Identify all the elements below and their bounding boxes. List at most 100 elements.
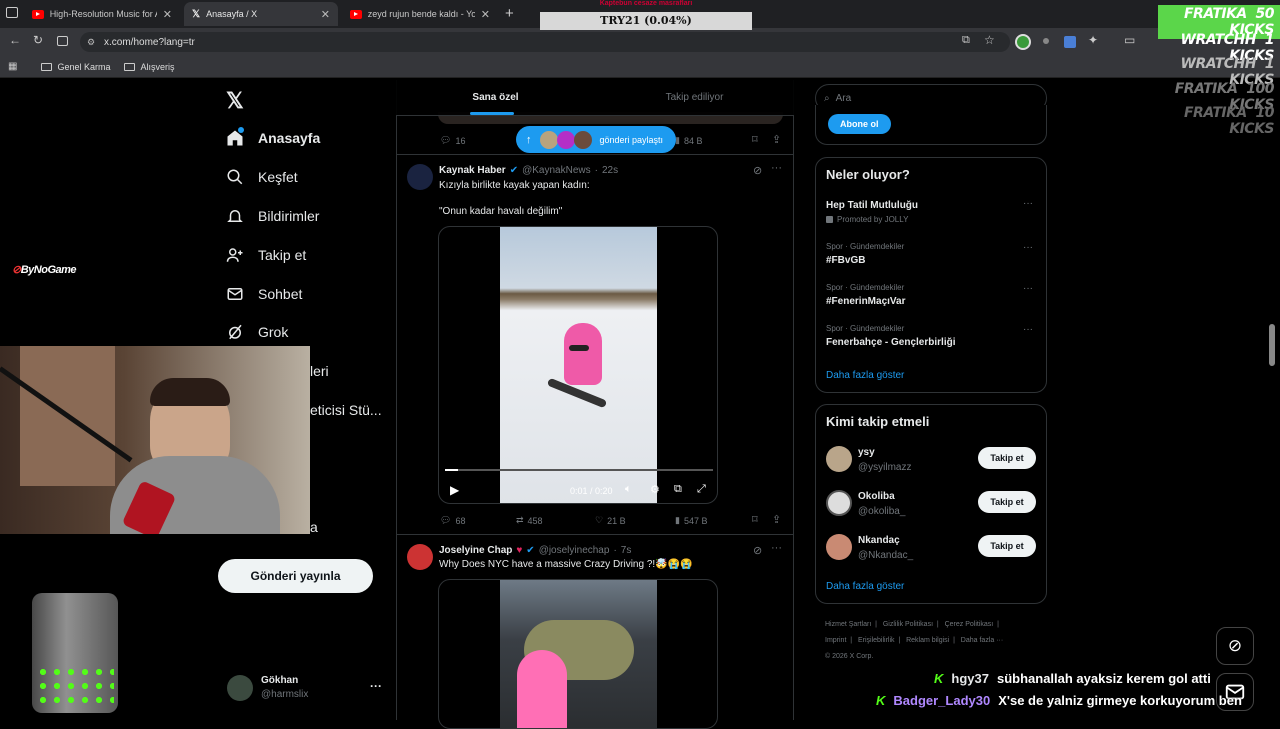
post-button[interactable]: Gönderi yayınla [218, 559, 373, 593]
footer-link[interactable]: Imprint [825, 637, 846, 644]
nav-item-partial[interactable]: leri [310, 363, 329, 379]
tweet-avatar[interactable] [407, 164, 433, 190]
tab-following[interactable]: Takip ediliyor [595, 80, 794, 116]
reading-list-icon[interactable]: ▭ [1124, 33, 1135, 47]
tweet-more-icon[interactable]: ··· [771, 542, 782, 554]
view-count[interactable]: ▮ 84 B [675, 135, 702, 146]
trend-more-icon[interactable]: ··· [1023, 242, 1033, 253]
suggested-name[interactable]: Nkandaç [858, 535, 900, 546]
tweet-video[interactable]: ▶ 0:01 / 0:20 🔈︎ ⚙ ⧉ ⤢ [438, 226, 718, 504]
settings-icon[interactable]: ⚙ [650, 483, 660, 496]
new-tab-icon[interactable]: + [505, 5, 514, 22]
follow-button[interactable]: Takip et [978, 491, 1036, 513]
footer-link[interactable]: Çerez Politikası [945, 621, 994, 628]
reply-count[interactable]: 💬︎ 68 [440, 515, 465, 526]
tweet-handle[interactable]: @joselyinechap [539, 545, 610, 556]
trend-more-icon[interactable]: ··· [1023, 324, 1033, 335]
footer-link[interactable]: Gizlilik Politikası [883, 621, 933, 628]
nav-item-partial[interactable]: a [310, 519, 318, 535]
profile-icon[interactable] [1015, 34, 1031, 50]
trend-more-icon[interactable]: ··· [1023, 283, 1033, 294]
nav-item-notifications[interactable]: Bildirimler [226, 207, 319, 225]
play-icon[interactable]: ▶ [450, 483, 459, 497]
trend-name[interactable]: #FenerinMaçıVar [826, 296, 905, 307]
pink-hair-figure [517, 650, 567, 728]
footer-link[interactable]: Erişilebilirlik [858, 637, 895, 644]
account-more-icon[interactable]: ··· [370, 679, 382, 693]
back-icon[interactable]: ← [9, 33, 21, 47]
suggested-avatar[interactable] [826, 490, 852, 516]
trends-show-more-link[interactable]: Daha fazla göster [826, 370, 904, 381]
x-logo-icon[interactable]: 𝕏 [226, 88, 244, 114]
repost-count[interactable]: ⇄ 458 [516, 515, 543, 526]
bookmark-folder[interactable]: Genel Karma [41, 62, 110, 72]
reply-count[interactable]: 💬︎ 16 [440, 135, 465, 146]
tab-search-icon[interactable] [6, 7, 18, 18]
extensions-puzzle-icon[interactable]: ✦ [1088, 33, 1098, 47]
close-tab-icon[interactable]: ✕ [163, 8, 172, 21]
translate-icon[interactable] [1064, 36, 1076, 48]
nav-item-grok[interactable]: Grok [226, 323, 288, 341]
address-bar[interactable]: x.com/home?lang=tr [80, 32, 1010, 52]
footer-link[interactable]: Reklam bilgisi [906, 637, 949, 644]
footer-link[interactable]: Daha fazla ··· [961, 637, 1003, 644]
volume-icon[interactable]: 🔈︎ [625, 483, 632, 496]
bookmark-icon[interactable]: ⌑ [752, 133, 758, 146]
tweet-author[interactable]: Kaynak Haber [439, 165, 506, 176]
new-posts-pill[interactable]: ↑ gönderi paylaştı [516, 126, 676, 153]
browser-tab[interactable]: zeyd rujun bende kaldı - YouTu ✕ [342, 2, 498, 26]
nav-item-explore[interactable]: Keşfet [226, 168, 298, 186]
suggested-avatar[interactable] [826, 446, 852, 472]
site-info-icon[interactable]: ⚙ [87, 37, 95, 48]
grok-explain-icon[interactable]: ⊘ [753, 164, 762, 177]
fullscreen-icon[interactable]: ⤢ [697, 483, 706, 496]
extension-icon[interactable] [1043, 38, 1049, 44]
browser-tab-active[interactable]: 𝕏 Anasayfa / X ✕ [184, 2, 338, 26]
account-avatar[interactable] [227, 675, 253, 701]
nav-item-follow[interactable]: Takip et [226, 246, 306, 264]
tweet-handle[interactable]: @KaynakNews [522, 165, 591, 176]
install-app-icon[interactable]: ⧉ [962, 34, 970, 47]
reload-icon[interactable]: ↻ [33, 33, 43, 47]
trend-name[interactable]: #FBvGB [826, 255, 865, 266]
view-count[interactable]: ▮ 547 B [675, 515, 707, 526]
trend-more-icon[interactable]: ··· [1023, 198, 1033, 209]
video-progress-track[interactable] [445, 469, 713, 471]
bookmark-folder[interactable]: Alışveriş [124, 62, 175, 72]
grok-explain-icon[interactable]: ⊘ [753, 544, 762, 557]
grok-float-icon[interactable]: ⊘ [1216, 627, 1254, 665]
picture-in-picture-icon[interactable]: ⧉ [674, 483, 682, 496]
tweet-time[interactable]: 22s [602, 165, 618, 176]
follow-button[interactable]: Takip et [978, 535, 1036, 557]
views-icon: ▮ [675, 515, 680, 525]
share-icon[interactable]: ⇪ [772, 513, 781, 526]
close-tab-icon[interactable]: ✕ [481, 8, 490, 21]
apps-grid-icon[interactable]: ▦ [8, 61, 17, 72]
tweet-video[interactable] [438, 579, 718, 729]
who-show-more-link[interactable]: Daha fazla göster [826, 581, 904, 592]
suggested-avatar[interactable] [826, 534, 852, 560]
tweet-more-icon[interactable]: ··· [771, 162, 782, 174]
footer-link[interactable]: Hizmet Şartları [825, 621, 871, 628]
close-tab-icon[interactable]: ✕ [321, 8, 330, 21]
like-count[interactable]: ♡ 21 B [595, 515, 626, 526]
trend-name[interactable]: Fenerbahçe - Gençlerbirliği [826, 337, 955, 348]
page-scrollbar[interactable] [1269, 324, 1275, 366]
trend-name[interactable]: Hep Tatil Mutluluğu [826, 200, 918, 211]
follow-button[interactable]: Takip et [978, 447, 1036, 469]
suggested-name[interactable]: ysy [858, 447, 875, 458]
tweet-text: Why Does NYC have a massive Crazy Drivin… [439, 559, 693, 570]
browser-tab[interactable]: High-Resolution Music for Aud ✕ [24, 2, 180, 26]
nav-item-messages[interactable]: Sohbet [226, 285, 302, 303]
tweet-author[interactable]: Joselyine Chap [439, 545, 512, 556]
bookmark-icon[interactable]: ⌑ [752, 513, 758, 526]
bookmark-star-icon[interactable]: ☆ [984, 33, 995, 47]
share-icon[interactable]: ⇪ [772, 133, 781, 146]
subscribe-button[interactable]: Abone ol [828, 114, 891, 134]
side-panel-icon[interactable] [57, 36, 68, 46]
nav-item-partial[interactable]: eticisi Stü... [310, 402, 382, 418]
suggested-name[interactable]: Okoliba [858, 491, 895, 502]
tweet-time[interactable]: 7s [621, 545, 632, 556]
tweet-avatar[interactable] [407, 544, 433, 570]
tab-for-you[interactable]: Sana özel [396, 80, 595, 116]
